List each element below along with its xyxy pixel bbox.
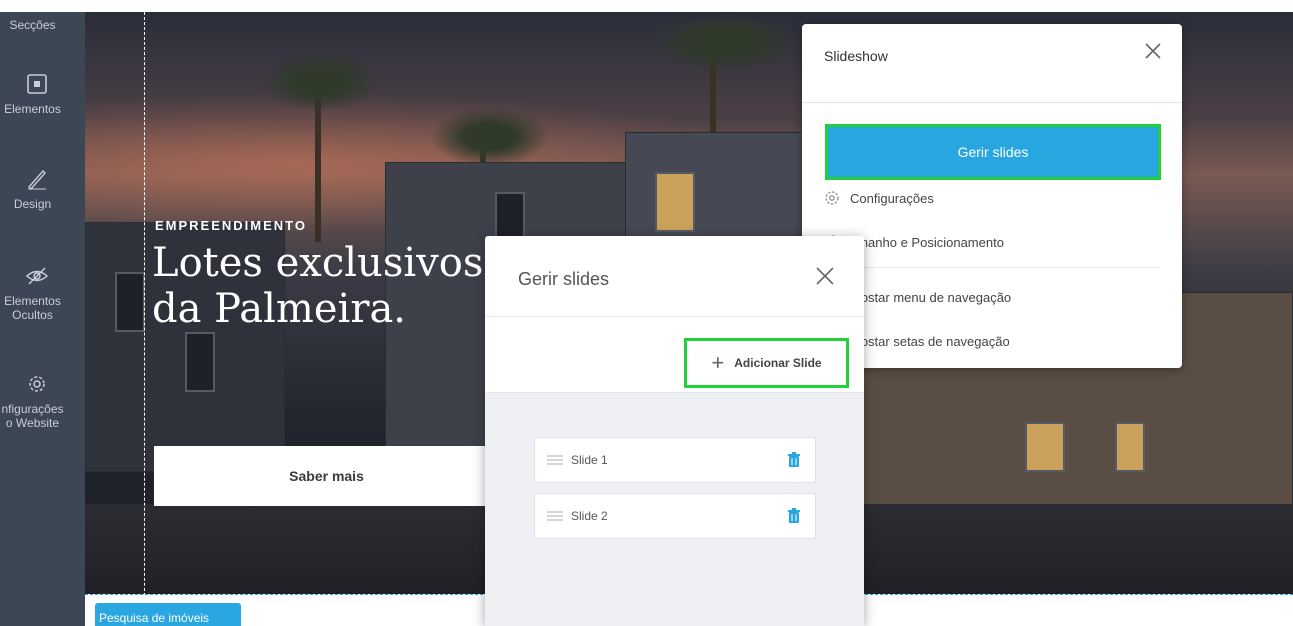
panel-title: Slideshow [824, 48, 888, 64]
add-slide-button[interactable]: + Adicionar Slide [684, 338, 849, 388]
gear-icon [825, 191, 839, 205]
sidebar-item-label: nfigurações o Website [1, 402, 64, 430]
sidebar-item-website-settings[interactable]: nfigurações o Website [0, 372, 85, 430]
window [495, 192, 525, 242]
sidebar-item-hidden-elements[interactable]: Elementos Ocultos [0, 264, 85, 322]
menu-item-settings[interactable]: Configurações [824, 190, 934, 206]
palm-fronds [260, 52, 380, 112]
close-icon[interactable] [1140, 38, 1166, 64]
section-tab-property-search[interactable]: Pesquisa de imóveis [95, 603, 241, 626]
menu-item-label: Configurações [850, 190, 934, 206]
hero-headline[interactable]: Lotes exclusivos da Palmeira. [152, 240, 483, 332]
divider [485, 316, 864, 317]
window [1115, 422, 1145, 472]
gear-icon [25, 372, 49, 396]
close-icon[interactable] [813, 264, 837, 288]
divider [802, 102, 1182, 103]
slide-label: Slide 2 [571, 509, 608, 523]
section-guide-vertical [144, 12, 145, 626]
plus-icon: + [711, 350, 725, 375]
hero-eyebrow[interactable]: EMPREENDIMENTO [155, 218, 307, 233]
hidden-eye-icon [25, 264, 49, 288]
sidebar-item-elements[interactable]: Elementos [0, 72, 85, 116]
sidebar-item-sections[interactable]: Secções [0, 18, 85, 32]
pen-icon [25, 167, 49, 191]
window [115, 272, 145, 332]
saber-mais-button[interactable]: Saber mais [154, 446, 499, 506]
palm-fronds [650, 12, 800, 72]
slide-label: Slide 1 [571, 453, 608, 467]
window [185, 332, 215, 392]
editor-sidebar: Secções Elementos Design Elementos Ocult… [0, 12, 85, 626]
drag-handle-icon[interactable] [547, 511, 563, 521]
menu-item-show-nav-menu[interactable]: Mostar menu de navegação [850, 290, 1011, 305]
elements-icon [25, 72, 49, 96]
manage-slides-modal: Gerir slides + Adicionar Slide Slide 1 S… [485, 236, 864, 626]
add-slide-label: Adicionar Slide [734, 356, 822, 370]
sidebar-item-design[interactable]: Design [0, 167, 85, 211]
modal-title: Gerir slides [518, 269, 610, 289]
sidebar-item-label: Elementos [4, 102, 61, 116]
sidebar-item-label: Design [13, 197, 52, 211]
window [655, 172, 695, 232]
palm-fronds [430, 107, 550, 167]
drag-handle-icon[interactable] [547, 455, 563, 465]
sidebar-item-label: Secções [9, 18, 56, 32]
menu-item-show-nav-arrows[interactable]: Mostar setas de navegação [850, 334, 1010, 349]
list-item[interactable]: Slide 1 [534, 437, 816, 483]
menu-item-label: amanho e Posicionamento [850, 234, 1004, 250]
manage-slides-button[interactable]: Gerir slides [825, 124, 1161, 180]
trash-icon[interactable] [787, 452, 801, 468]
slides-list: Slide 1 Slide 2 [485, 392, 864, 626]
trash-icon[interactable] [787, 508, 801, 524]
sidebar-item-label: Elementos Ocultos [4, 294, 61, 322]
menu-item-label: Mostar setas de navegação [850, 334, 1010, 349]
divider [824, 267, 1160, 268]
list-item[interactable]: Slide 2 [534, 493, 816, 539]
menu-item-label: Mostar menu de navegação [850, 290, 1012, 305]
window [1025, 422, 1065, 472]
editor-stage: EMPREENDIMENTO Lotes exclusivos da Palme… [0, 0, 1293, 626]
